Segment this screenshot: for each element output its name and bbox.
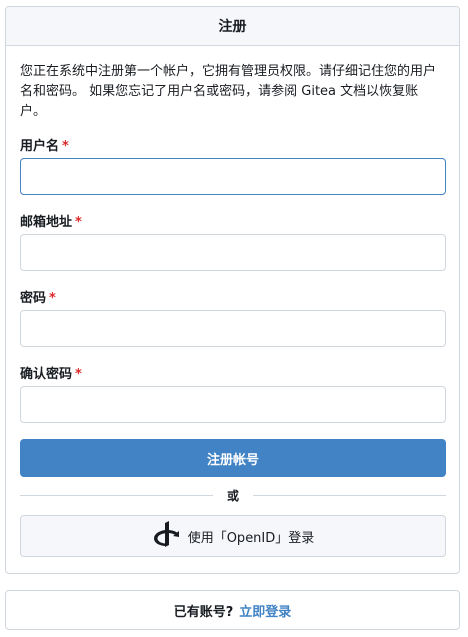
or-divider: 或 (20, 487, 447, 503)
email-label: 邮箱地址 * (20, 215, 82, 230)
register-form: 您正在系统中注册第一个帐户，它拥有管理员权限。请仔细记住您的用户名和密码。 如果… (6, 62, 459, 423)
register-button[interactable]: 注册帐号 (20, 439, 446, 477)
required-mark: * (75, 367, 82, 382)
username-input[interactable] (20, 158, 446, 195)
login-prompt: 已有账号? 立即登录 (5, 590, 460, 630)
username-field: 用户名 * (20, 135, 69, 154)
divider-line (20, 494, 213, 496)
divider-text: 或 (227, 488, 240, 503)
confirm-password-field: 确认密码 * (20, 363, 82, 382)
password-label: 密码 * (20, 291, 56, 306)
password-field: 密码 * (20, 287, 56, 306)
openid-login-button[interactable]: 使用「OpenID」登录 (20, 515, 446, 557)
email-input[interactable] (20, 234, 446, 271)
card-header: 注册 (6, 7, 459, 46)
confirm-password-label: 确认密码 * (20, 367, 82, 382)
admin-notice: 您正在系统中注册第一个帐户，它拥有管理员权限。请仔细记住您的用户名和密码。 如果… (20, 64, 437, 119)
divider-line (253, 494, 447, 496)
email-field: 邮箱地址 * (20, 211, 82, 230)
username-label: 用户名 * (20, 139, 69, 154)
required-mark: * (49, 291, 56, 306)
password-input[interactable] (20, 310, 446, 347)
openid-icon (152, 521, 188, 551)
confirm-password-input[interactable] (20, 386, 446, 423)
register-card: 注册 您正在系统中注册第一个帐户，它拥有管理员权限。请仔细记住您的用户名和密码。… (5, 6, 460, 574)
required-mark: * (62, 139, 69, 154)
login-prompt-text: 已有账号? (173, 604, 234, 620)
required-mark: * (75, 215, 82, 230)
openid-login-label: 使用「OpenID」登录 (187, 530, 315, 546)
login-link[interactable]: 立即登录 (239, 601, 291, 620)
page-title: 注册 (218, 19, 247, 35)
